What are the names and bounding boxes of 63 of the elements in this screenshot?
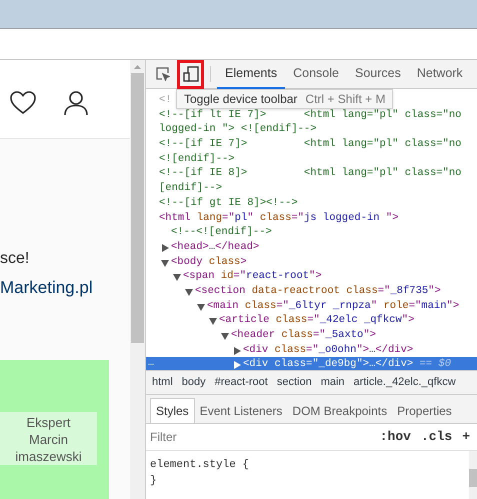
collapse-triangle-icon[interactable] — [185, 288, 193, 296]
scrollbar-thumb[interactable] — [131, 73, 144, 343]
card-text: imaszewski — [15, 448, 82, 465]
page-link[interactable]: Marketing.pl — [0, 274, 130, 300]
dom-node[interactable]: <!--[if gt IE 8]><!--> — [159, 196, 298, 209]
styles-tab[interactable]: DOM Breakpoints — [287, 398, 392, 423]
styles-tab[interactable]: Properties — [392, 398, 457, 423]
dom-node[interactable]: <head>…</head> — [171, 240, 260, 253]
css-rule-line: element.style { — [150, 458, 250, 473]
card-text: Marcin — [28, 431, 68, 448]
filter-field[interactable]: Filter — [150, 428, 375, 446]
styles-tab[interactable]: Styles — [150, 398, 195, 423]
dom-node[interactable]: <header class="_5axto"> — [231, 329, 376, 341]
device-icon — [182, 66, 198, 82]
tooltip-shortcut: Ctrl + Shift + M — [305, 91, 386, 108]
page-text: sce! — [0, 248, 30, 268]
breadcrumb[interactable]: #react-root — [214, 374, 268, 391]
collapse-triangle-icon[interactable] — [161, 258, 169, 267]
dom-node[interactable]: <main class="_6ltyr _rnpza" role="main"> — [207, 300, 460, 312]
breadcrumb[interactable]: article._42elc._qfkcw — [354, 374, 456, 391]
dom-node[interactable]: <!--[if lt IE 7]> <html lang="pl" class="no — [159, 108, 462, 121]
tooltip-label: Toggle device toolbar — [184, 91, 298, 108]
expand-triangle-icon[interactable] — [233, 361, 241, 370]
expand-triangle-icon[interactable] — [161, 244, 169, 252]
inspect-element-icon[interactable] — [156, 67, 170, 81]
device-toolbar-button[interactable] — [177, 60, 204, 88]
breadcrumb[interactable]: main — [320, 374, 345, 391]
styles-scrollbar[interactable] — [469, 451, 477, 499]
devtools-tab[interactable]: Console — [285, 60, 347, 88]
collapse-triangle-icon[interactable] — [173, 273, 181, 282]
page-scrollbar[interactable] — [130, 60, 145, 499]
dom-node[interactable]: [endif]--> — [159, 182, 222, 194]
css-rule-line: } — [150, 474, 158, 489]
filter-toggle[interactable]: + — [457, 427, 475, 447]
expand-triangle-icon[interactable] — [233, 346, 241, 355]
devtools-tab[interactable]: Network — [408, 60, 471, 88]
filter-toggle[interactable]: :hov — [374, 427, 416, 447]
dom-node[interactable]: <article class="_42elc _qfkcw"> — [219, 314, 414, 326]
scrollbar-thumb[interactable] — [469, 469, 477, 487]
collapse-triangle-icon[interactable] — [197, 302, 205, 311]
filter-toggle[interactable]: .cls — [416, 427, 458, 447]
dom-node[interactable]: <![endif]--> — [159, 152, 235, 165]
user-icon[interactable] — [64, 91, 88, 115]
collapse-triangle-icon[interactable] — [221, 332, 229, 340]
dom-node[interactable]: <body class> — [171, 256, 247, 268]
dom-node[interactable]: <!--[if IE 8]> <html lang="pl" class="no — [159, 167, 462, 180]
dom-node[interactable]: <section data-reactroot class="_8f735"> — [195, 284, 441, 297]
breadcrumb[interactable]: body — [182, 374, 206, 391]
dom-node[interactable]: <span id="react-root"> — [183, 270, 322, 282]
dom-node[interactable]: logged-in "> <![endif]--> — [159, 123, 317, 136]
styles-tab[interactable]: Event Listeners — [194, 398, 288, 423]
dom-node[interactable]: <html lang="pl" class="js logged-in "> — [159, 212, 399, 224]
dom-node[interactable]: <div class="_de9bg">…</div> == $0 — [243, 358, 451, 370]
devtools-tab[interactable]: Sources — [346, 60, 409, 88]
breadcrumb[interactable]: section — [276, 374, 312, 391]
dom-node[interactable]: <!--<![endif]--> — [171, 226, 272, 238]
breadcrumb[interactable]: html — [152, 374, 173, 391]
selection-dots: … — [148, 357, 154, 370]
collapse-triangle-icon[interactable] — [209, 317, 217, 326]
heart-icon[interactable] — [10, 91, 36, 115]
card-text: Ekspert — [26, 414, 71, 431]
dom-node[interactable]: <div class="_o0ohn">…</div> — [243, 344, 414, 356]
dom-node[interactable]: <!--[if IE 7]> <html lang="pl" class="no — [159, 138, 462, 150]
